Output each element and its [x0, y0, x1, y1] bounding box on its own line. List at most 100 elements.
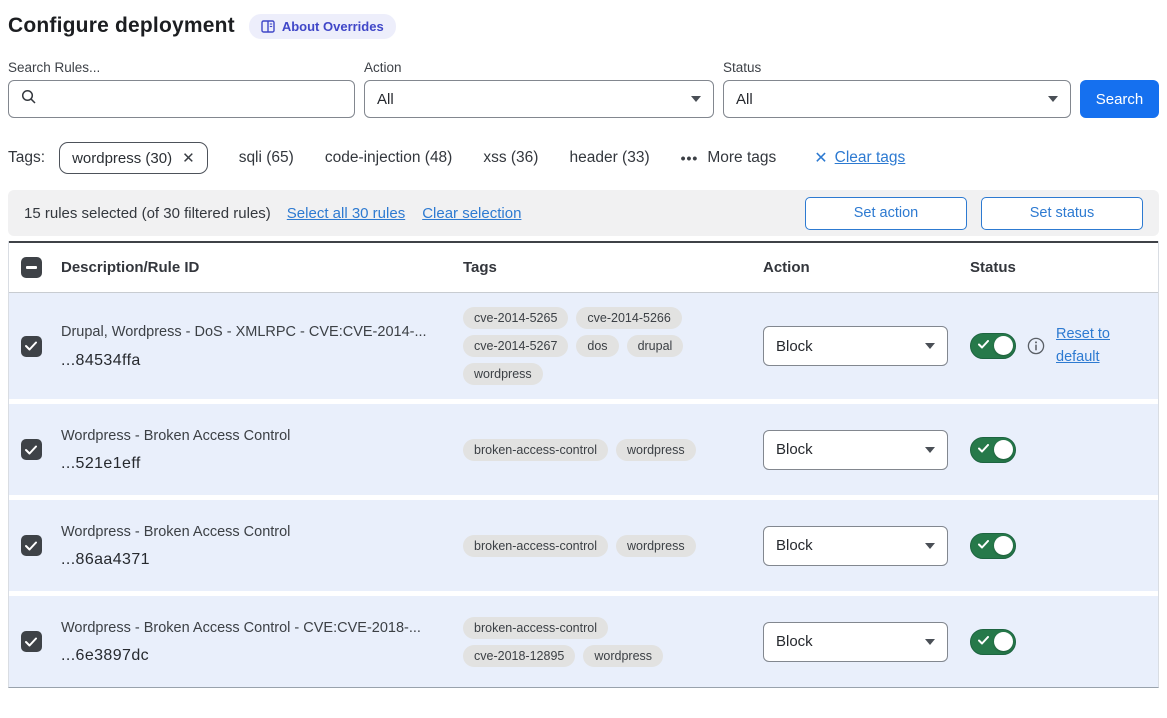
chevron-down-icon: [925, 343, 935, 349]
toggle-knob: [994, 336, 1013, 355]
table-row: Wordpress - Broken Access Control - CVE:…: [9, 596, 1158, 687]
selection-links: Select all 30 rules Clear selection: [287, 205, 522, 222]
chevron-down-icon: [925, 447, 935, 453]
tag-pill: cve-2014-5265: [463, 307, 568, 329]
tag-pill: wordpress: [583, 645, 663, 667]
about-overrides-badge[interactable]: About Overrides: [249, 14, 396, 39]
status-toggle[interactable]: [970, 533, 1016, 559]
more-tags-button[interactable]: ••• More tags: [681, 149, 777, 167]
set-status-button[interactable]: Set status: [981, 197, 1143, 230]
search-rules-group: Search Rules...: [8, 60, 355, 118]
action-filter-group: Action All: [364, 60, 714, 118]
tag-pill: drupal: [627, 335, 684, 357]
column-header-status: Status: [962, 259, 1158, 276]
row-action-select[interactable]: Block: [763, 622, 948, 662]
tag-filter-item[interactable]: header (33): [569, 149, 649, 166]
search-icon: [21, 89, 37, 109]
rule-tags: broken-access-control wordpress: [463, 439, 721, 461]
rule-description: Wordpress - Broken Access Control - CVE:…: [61, 618, 439, 638]
more-tags-label: More tags: [707, 149, 776, 167]
row-action-value: Block: [776, 441, 813, 458]
search-input[interactable]: [8, 80, 355, 118]
action-filter-label: Action: [364, 60, 714, 75]
selection-bar: 15 rules selected (of 30 filtered rules)…: [8, 190, 1159, 236]
row-action-select[interactable]: Block: [763, 326, 948, 366]
row-action-value: Block: [776, 537, 813, 554]
table-row: Wordpress - Broken Access Control ...86a…: [9, 500, 1158, 591]
tag-pill: wordpress: [463, 363, 543, 385]
reset-to-default-link[interactable]: Reset to default: [1056, 323, 1120, 369]
selected-tag-label: wordpress (30): [72, 150, 172, 167]
about-overrides-label: About Overrides: [282, 19, 384, 34]
rule-id: ...84534ffa: [61, 352, 439, 370]
table-header: Description/Rule ID Tags Action Status: [9, 241, 1158, 293]
tag-pill: dos: [576, 335, 618, 357]
row-action-value: Block: [776, 633, 813, 650]
status-toggle[interactable]: [970, 437, 1016, 463]
status-toggle[interactable]: [970, 333, 1016, 359]
status-filter-group: Status All: [723, 60, 1071, 118]
remove-tag-icon[interactable]: ✕: [182, 149, 195, 167]
chevron-down-icon: [925, 639, 935, 645]
select-all-link[interactable]: Select all 30 rules: [287, 205, 405, 222]
row-checkbox[interactable]: [21, 631, 42, 652]
tag-pill: wordpress: [616, 535, 696, 557]
selection-summary: 15 rules selected (of 30 filtered rules): [24, 205, 271, 222]
rule-id: ...521e1eff: [61, 455, 439, 473]
tag-pill: broken-access-control: [463, 535, 608, 557]
tag-pill: cve-2014-5267: [463, 335, 568, 357]
rules-table: Description/Rule ID Tags Action Status D…: [8, 241, 1159, 688]
tag-filter-item[interactable]: code-injection (48): [325, 149, 453, 166]
rule-tags: broken-access-control wordpress: [463, 535, 721, 557]
column-header-tags: Tags: [455, 259, 755, 276]
search-button[interactable]: Search: [1080, 80, 1159, 118]
status-filter-label: Status: [723, 60, 1071, 75]
tag-pill: cve-2014-5266: [576, 307, 681, 329]
page-title: Configure deployment: [8, 14, 235, 38]
chevron-down-icon: [691, 96, 701, 102]
status-filter-select[interactable]: All: [723, 80, 1071, 118]
tag-filter-item[interactable]: sqli (65): [239, 149, 294, 166]
clear-selection-link[interactable]: Clear selection: [422, 205, 521, 222]
tag-list: sqli (65) code-injection (48) xss (36) head…: [208, 149, 650, 167]
configure-deployment-page: Configure deployment About Overrides Sea…: [0, 0, 1167, 688]
set-action-button[interactable]: Set action: [805, 197, 967, 230]
select-all-checkbox[interactable]: [21, 257, 42, 278]
row-action-value: Block: [776, 338, 813, 355]
tags-label: Tags:: [8, 149, 45, 167]
clear-tags-link[interactable]: ✕ Clear tags: [814, 148, 905, 168]
chevron-down-icon: [925, 543, 935, 549]
rule-id: ...86aa4371: [61, 551, 439, 569]
toggle-knob: [994, 632, 1013, 651]
tag-pill: wordpress: [616, 439, 696, 461]
rule-description: Drupal, Wordpress - DoS - XMLRPC - CVE:C…: [61, 322, 439, 342]
row-checkbox[interactable]: [21, 336, 42, 357]
info-icon[interactable]: [1027, 337, 1045, 355]
status-filter-value: All: [736, 91, 753, 108]
tag-filter-item[interactable]: xss (36): [483, 149, 538, 166]
rule-description: Wordpress - Broken Access Control: [61, 522, 439, 542]
table-row: Wordpress - Broken Access Control ...521…: [9, 404, 1158, 495]
rule-description: Wordpress - Broken Access Control: [61, 426, 439, 446]
row-action-select[interactable]: Block: [763, 430, 948, 470]
column-header-action: Action: [755, 259, 962, 276]
rule-id: ...6e3897dc: [61, 647, 439, 665]
chevron-down-icon: [1048, 96, 1058, 102]
tag-pill: cve-2018-12895: [463, 645, 575, 667]
row-checkbox[interactable]: [21, 439, 42, 460]
title-row: Configure deployment About Overrides: [8, 10, 1159, 42]
tag-pill: broken-access-control: [463, 439, 608, 461]
clear-tags-label: Clear tags: [835, 149, 906, 167]
table-row: Drupal, Wordpress - DoS - XMLRPC - CVE:C…: [9, 293, 1158, 399]
book-icon: [261, 20, 275, 33]
tag-pill: broken-access-control: [463, 617, 608, 639]
selected-tag-wordpress[interactable]: wordpress (30) ✕: [59, 142, 208, 174]
action-filter-select[interactable]: All: [364, 80, 714, 118]
clear-tags-x-icon: ✕: [814, 148, 827, 168]
row-checkbox[interactable]: [21, 535, 42, 556]
tags-bar: Tags: wordpress (30) ✕ sqli (65) code-inj…: [8, 140, 1159, 176]
status-toggle[interactable]: [970, 629, 1016, 655]
row-action-select[interactable]: Block: [763, 526, 948, 566]
search-rules-label: Search Rules...: [8, 60, 355, 75]
action-filter-value: All: [377, 91, 394, 108]
